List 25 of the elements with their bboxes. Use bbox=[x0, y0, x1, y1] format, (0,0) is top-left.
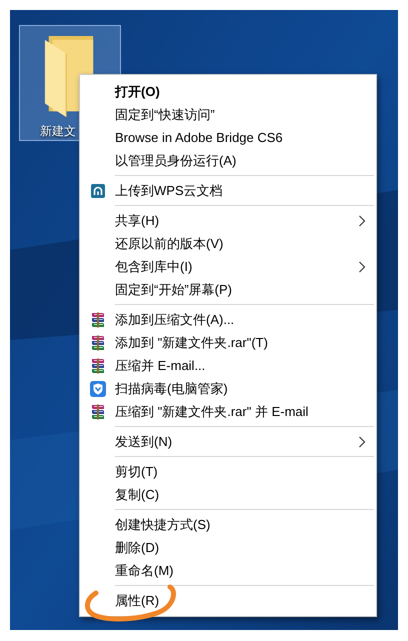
menu-item[interactable]: 创建快捷方式(S) bbox=[80, 513, 376, 536]
book-stack-icon bbox=[90, 312, 106, 328]
menu-item[interactable]: 添加到 "新建文件夹.rar"(T) bbox=[80, 331, 376, 354]
menu-item[interactable]: 固定到“开始”屏幕(P) bbox=[80, 278, 376, 301]
menu-item[interactable]: 复制(C) bbox=[80, 483, 376, 506]
menu-item[interactable]: 扫描病毒(电脑管家) bbox=[80, 377, 376, 400]
menu-item[interactable]: 压缩到 "新建文件夹.rar" 并 E-mail bbox=[80, 400, 376, 423]
book-stack-icon bbox=[90, 358, 106, 374]
menu-item[interactable]: 剪切(T) bbox=[80, 460, 376, 483]
menu-item[interactable]: 发送到(N) bbox=[80, 430, 376, 453]
menu-item[interactable]: 删除(D) bbox=[80, 536, 376, 559]
menu-item[interactable]: 共享(H) bbox=[80, 209, 376, 232]
menu-item[interactable]: 重命名(M) bbox=[80, 559, 376, 582]
book-stack-icon bbox=[90, 404, 106, 420]
menu-item[interactable]: 包含到库中(I) bbox=[80, 255, 376, 278]
cloud-upload-icon bbox=[90, 184, 104, 198]
menu-item[interactable]: 以管理员身份运行(A) bbox=[80, 149, 376, 172]
folder-label: 新建文 bbox=[40, 123, 76, 140]
menu-item[interactable]: 属性(R) bbox=[80, 589, 376, 612]
menu-item[interactable]: 压缩并 E-mail... bbox=[80, 354, 376, 377]
menu-item[interactable]: 上传到WPS云文档 bbox=[80, 179, 376, 202]
menu-item[interactable]: 添加到压缩文件(A)... bbox=[80, 308, 376, 331]
shield-icon bbox=[90, 380, 106, 396]
book-stack-icon bbox=[90, 334, 106, 350]
menu-item[interactable]: 还原以前的版本(V) bbox=[80, 232, 376, 255]
